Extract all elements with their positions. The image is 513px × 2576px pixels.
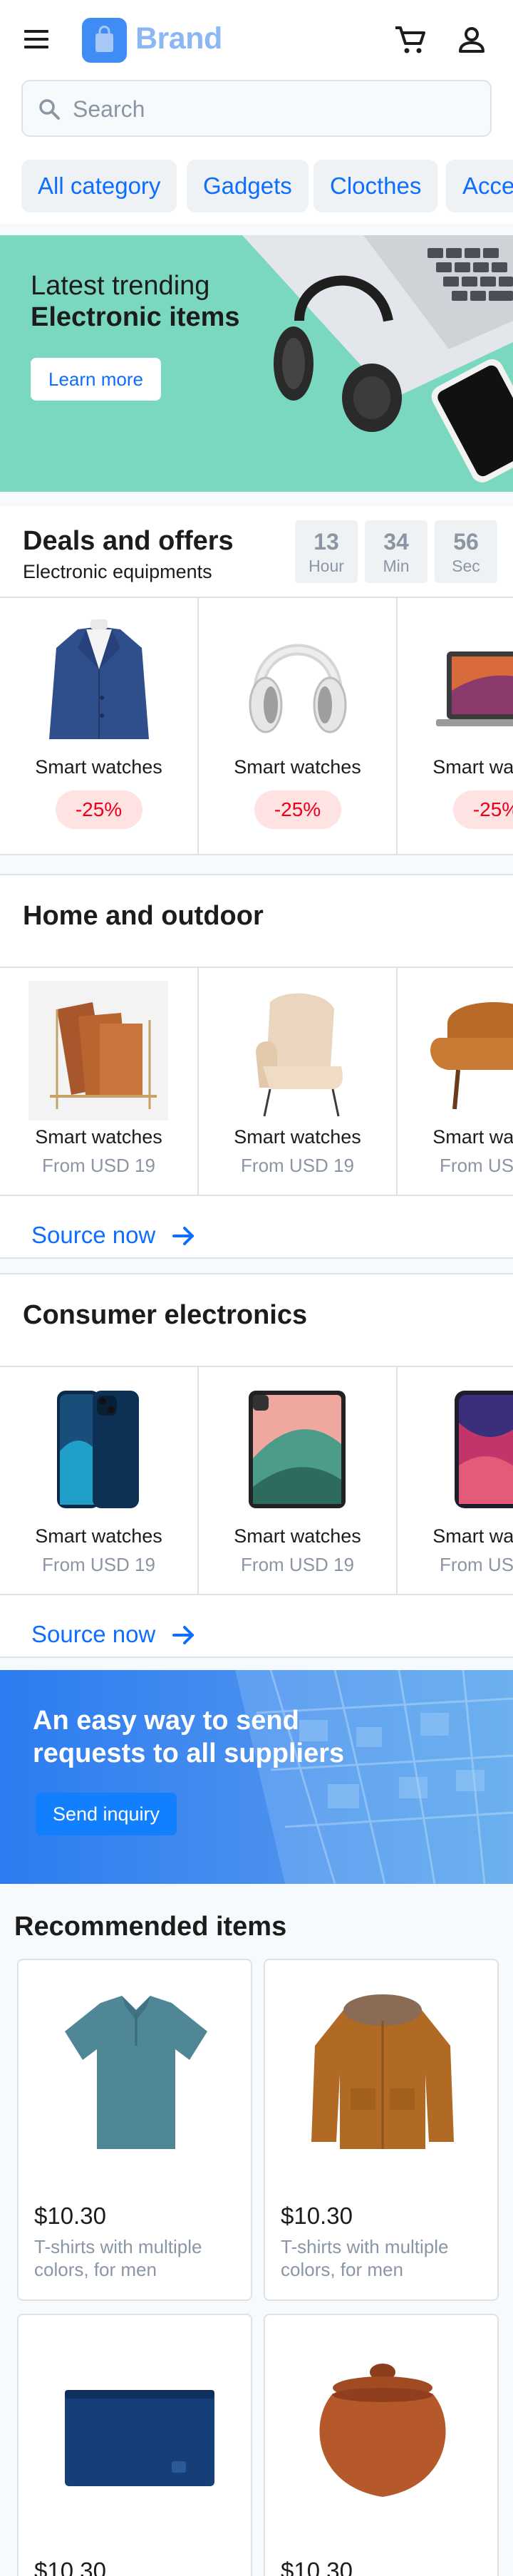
cart-icon[interactable]: [393, 24, 428, 56]
product-name: Smart watches: [35, 1126, 162, 1148]
product-description: T-shirts with multiple colors, for men: [281, 2236, 449, 2280]
hero-banner: Latest trending Electronic items Learn m…: [0, 235, 513, 492]
deals-list: Smart watches -25% Smart watches -25% Sm…: [0, 597, 513, 855]
product-name: Smart watches: [432, 1126, 513, 1148]
product-price: From USD 19: [440, 1554, 513, 1575]
arrow-right-icon[interactable]: [170, 1621, 198, 1649]
timer-label: Hour: [309, 557, 344, 575]
source-now-link[interactable]: Source now: [31, 1621, 155, 1648]
product-price: From USD 19: [241, 1155, 354, 1176]
product-card[interactable]: Smart watches From USD 19: [0, 968, 199, 1195]
iphone-image: [57, 1391, 139, 1508]
inquiry-title: An easy way to send requests to all supp…: [33, 1706, 345, 1768]
chip-accessories[interactable]: Accessories: [446, 160, 513, 212]
product-name: Smart watches: [35, 1525, 162, 1547]
learn-more-button[interactable]: Learn more: [31, 358, 161, 401]
home-outdoor-section: Home and outdoor Smart watches From USD …: [0, 874, 513, 1259]
hero-line-2: Electronic items: [31, 302, 240, 332]
product-card[interactable]: Smart watches From USD 19: [398, 1367, 513, 1594]
menu-icon[interactable]: [23, 27, 50, 51]
leather-chair-image: [430, 1002, 513, 1110]
discount-badge: -25%: [452, 790, 513, 829]
section-title: Home and outdoor: [23, 901, 264, 931]
timer-value: 13: [314, 529, 339, 555]
recommended-card[interactable]: $10.30: [17, 2314, 252, 2576]
laptop-image: [435, 651, 513, 726]
search-icon: [36, 96, 64, 124]
magazine-rack-image: [28, 981, 168, 1120]
product-card[interactable]: Smart watches From USD 19: [0, 1367, 199, 1594]
product-price: From USD 19: [241, 1554, 354, 1575]
polo-shirt-image: [65, 1996, 207, 2149]
deals-title: Deals and offers: [23, 526, 234, 556]
blazer-image: [48, 619, 149, 739]
product-price: From USD 19: [440, 1155, 513, 1176]
android-phone-image: [455, 1391, 513, 1508]
product-list: Smart watches From USD 19 Smart watches …: [0, 1366, 513, 1595]
product-list: Smart watches From USD 19 Smart watches …: [0, 967, 513, 1196]
product-price: $10.30: [281, 2203, 353, 2229]
chip-gadgets[interactable]: Gadgets: [187, 160, 309, 212]
search-bar[interactable]: [21, 80, 492, 137]
timer-minute: 34 Min: [365, 520, 428, 583]
send-inquiry-button[interactable]: Send inquiry: [36, 1793, 177, 1835]
armchair-image: [256, 993, 343, 1117]
recommended-card[interactable]: $10.30 T-shirts with multiple colors, fo…: [264, 1959, 499, 2301]
timer-value: 34: [383, 529, 409, 555]
deal-card[interactable]: Smart watches -25%: [398, 598, 513, 855]
timer-label: Sec: [452, 557, 480, 575]
product-price: $10.30: [34, 2203, 106, 2229]
product-description: T-shirts with multiple colors, for men: [34, 2236, 202, 2280]
hero-line-1: Latest trending: [31, 271, 210, 301]
header: Brand: [0, 0, 513, 151]
section-title: Consumer electronics: [23, 1300, 308, 1330]
consumer-electronics-section: Consumer electronics Smart watches From …: [0, 1273, 513, 1658]
warehouse-background-image: [235, 1670, 513, 1884]
chip-all-category[interactable]: All category: [21, 160, 177, 212]
deal-name: Smart watches: [234, 756, 361, 778]
product-price: From USD 19: [42, 1155, 155, 1176]
wallet-image: [65, 2390, 214, 2486]
headphones-image: [249, 644, 346, 733]
timer-hour: 13 Hour: [295, 520, 358, 583]
product-name: Smart watches: [432, 1525, 513, 1547]
inquiry-banner: An easy way to send requests to all supp…: [0, 1670, 513, 1884]
deal-name: Smart watches: [35, 756, 162, 778]
chip-clothes[interactable]: Clocthes: [314, 160, 438, 212]
deals-subtitle: Electronic equipments: [23, 561, 212, 582]
product-card[interactable]: Smart watches From USD 19: [199, 1367, 398, 1594]
product-card[interactable]: Smart watches From USD 19: [199, 968, 398, 1195]
deals-section: Deals and offers Electronic equipments 1…: [0, 506, 513, 855]
deal-card[interactable]: Smart watches -25%: [199, 598, 398, 855]
search-input[interactable]: [73, 94, 472, 124]
product-price: $10.30: [34, 2557, 106, 2576]
recommended-card[interactable]: $10.30: [264, 2314, 499, 2576]
discount-badge: -25%: [55, 790, 142, 829]
product-name: Smart watches: [234, 1126, 361, 1148]
timer-label: Min: [383, 557, 410, 575]
brand-logo-icon[interactable]: [82, 18, 127, 63]
jacket-image: [311, 1994, 454, 2149]
recommended-title: Recommended items: [14, 1912, 287, 1942]
category-chips: All category Gadgets Clocthes Accessorie…: [0, 151, 513, 224]
timer-second: 56 Sec: [435, 520, 497, 583]
timer-value: 56: [453, 529, 479, 555]
tablet-image: [249, 1391, 346, 1508]
discount-badge: -25%: [254, 790, 341, 829]
product-price: $10.30: [281, 2557, 353, 2576]
user-icon[interactable]: [456, 24, 487, 56]
product-price: From USD 19: [42, 1554, 155, 1575]
brand-name[interactable]: Brand: [135, 21, 222, 56]
clay-pot-image: [319, 2364, 446, 2497]
deal-card[interactable]: Smart watches -25%: [0, 598, 199, 855]
recommended-card[interactable]: $10.30 T-shirts with multiple colors, fo…: [17, 1959, 252, 2301]
product-card[interactable]: Smart watches From USD 19: [398, 968, 513, 1195]
product-name: Smart watches: [234, 1525, 361, 1547]
arrow-right-icon[interactable]: [170, 1222, 198, 1250]
deal-name: Smart watches: [432, 756, 513, 778]
headphones-laptop-image: [242, 235, 513, 483]
source-now-link[interactable]: Source now: [31, 1222, 155, 1249]
